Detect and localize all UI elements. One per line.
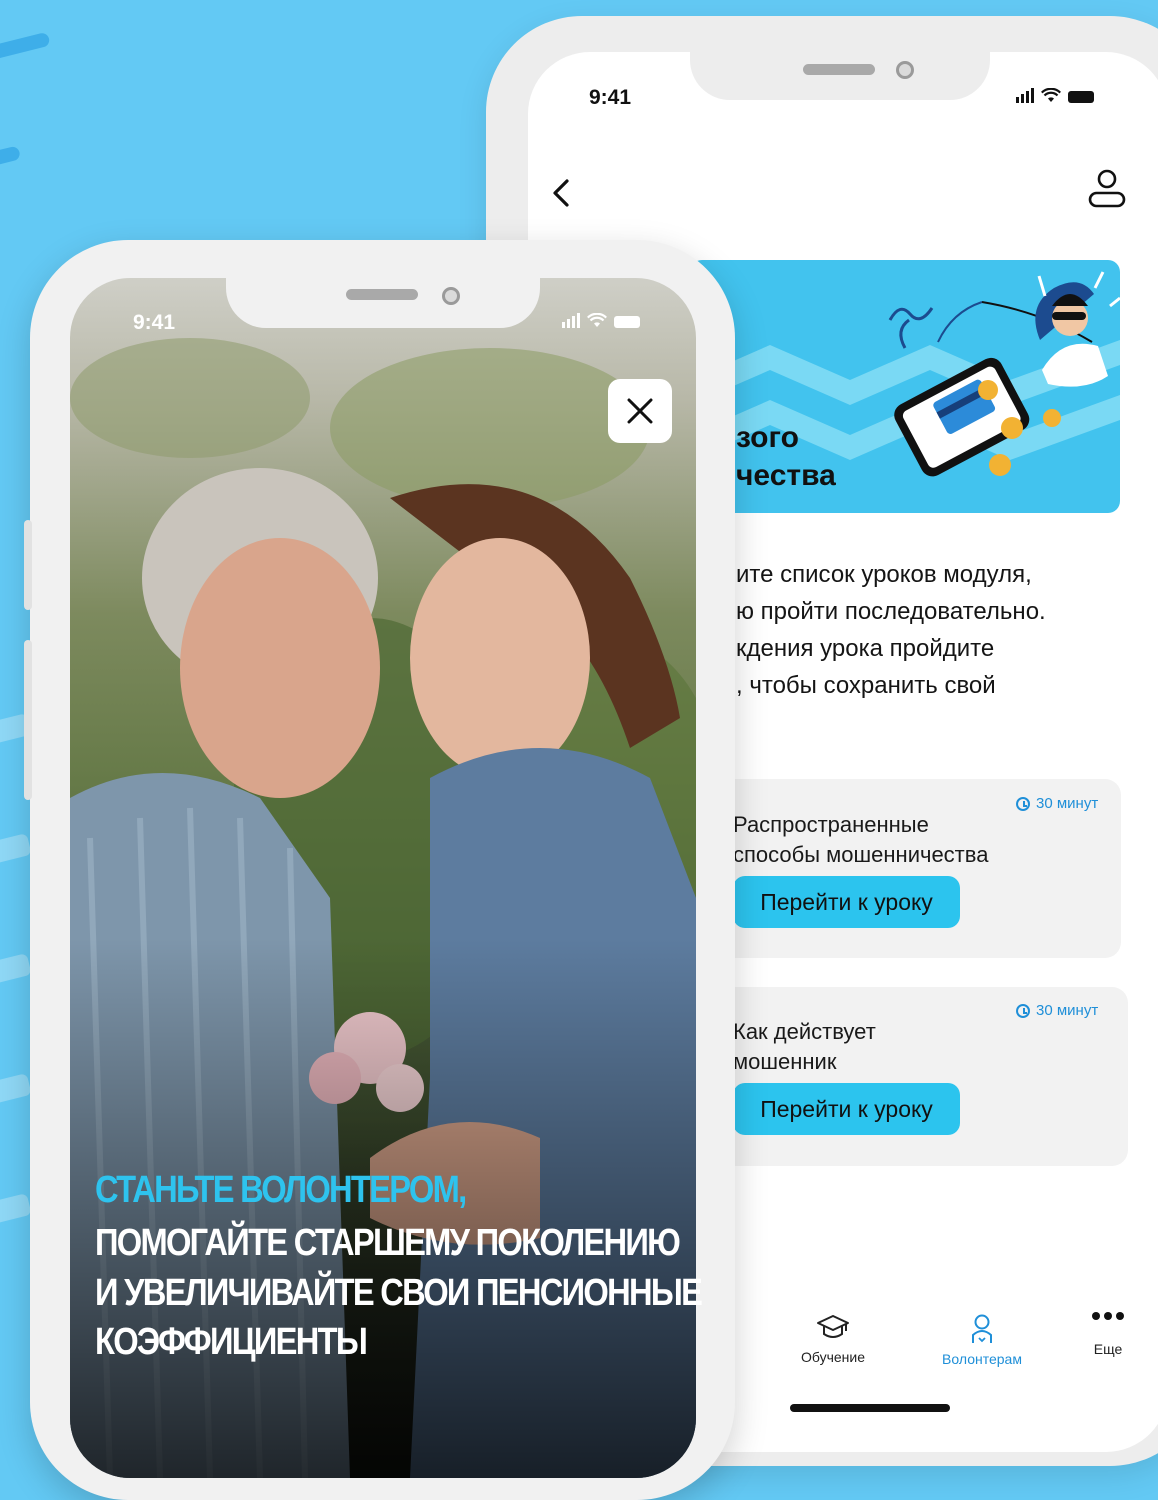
- nav-label: Еще: [1093, 1341, 1123, 1357]
- nav-item-more[interactable]: Еще: [1078, 1305, 1138, 1357]
- home-indicator: [790, 1404, 950, 1412]
- clock-icon: [1016, 1003, 1030, 1018]
- banner-title-line: чества: [736, 459, 836, 492]
- headline-line: ПОМОГАЙТЕ СТАРШЕМУ ПОКОЛЕНИЮ: [95, 1222, 681, 1264]
- nav-item-learning[interactable]: Обучение: [780, 1313, 886, 1365]
- nav-item-volunteers[interactable]: Волонтерам: [925, 1313, 1039, 1367]
- front-status-icons: [562, 313, 640, 328]
- description-line: кдения урока пройдите: [736, 635, 995, 662]
- description-line: ите список уроков модуля,: [736, 561, 1032, 588]
- graduation-cap-icon: [817, 1315, 849, 1338]
- signal-icon: [1016, 88, 1034, 103]
- close-button[interactable]: [608, 379, 672, 443]
- description-line: , чтобы сохранить свой: [736, 672, 996, 699]
- background-stroke: [0, 31, 51, 63]
- more-dots-icon: [1092, 1312, 1124, 1320]
- background-stroke: [0, 145, 22, 169]
- nav-label: Обучение: [800, 1349, 866, 1365]
- headline-line: И УВЕЛИЧИВАЙТЕ СВОИ ПЕНСИОННЫЕ: [95, 1272, 703, 1314]
- back-status-time: 9:41: [589, 86, 632, 109]
- wifi-icon: [1041, 88, 1061, 102]
- profile-icon[interactable]: [1086, 167, 1128, 211]
- lesson-title-line: Как действует: [733, 1019, 876, 1044]
- phone-side-button: [24, 520, 32, 610]
- front-status-time: 9:41: [133, 311, 176, 334]
- close-icon: [627, 398, 653, 424]
- wifi-icon: [587, 313, 607, 327]
- front-phone-speaker: [346, 289, 418, 300]
- lesson-duration: 30 минут: [1016, 1002, 1098, 1019]
- lesson-title-line: способы мошенничества: [733, 842, 989, 867]
- back-phone-camera: [896, 61, 914, 79]
- background-stroke: [0, 1073, 32, 1109]
- lesson-title-line: мошенник: [733, 1049, 837, 1074]
- go-to-lesson-button[interactable]: Перейти к уроку: [733, 876, 960, 928]
- signal-icon: [562, 313, 580, 328]
- module-description: ите список уроков модуля, ю пройти после…: [736, 556, 1136, 704]
- nav-label: Волонтерам: [942, 1351, 1022, 1367]
- front-phone-camera: [442, 287, 460, 305]
- background-stroke: [0, 1193, 32, 1229]
- battery-icon: [1068, 91, 1094, 103]
- go-to-lesson-button[interactable]: Перейти к уроку: [733, 1083, 960, 1135]
- battery-icon: [614, 316, 640, 328]
- lesson-title-line: Распространенные: [733, 812, 929, 837]
- description-line: ю пройти последовательно.: [736, 598, 1046, 625]
- volunteer-icon: [972, 1314, 992, 1343]
- lesson-duration-text: 30 минут: [1036, 795, 1099, 812]
- back-status-icons: [1016, 88, 1094, 103]
- lesson-duration-text: 30 минут: [1036, 1002, 1099, 1019]
- back-phone-speaker: [803, 64, 875, 75]
- lesson-duration: 30 минут: [1016, 795, 1098, 812]
- back-arrow-icon[interactable]: [547, 173, 577, 213]
- phone-side-button: [24, 640, 32, 800]
- headline-line: КОЭФФИЦИЕНТЫ: [95, 1321, 368, 1363]
- background-stroke: [0, 833, 32, 869]
- headline-accent: СТАНЬТЕ ВОЛОНТЕРОМ,: [95, 1169, 467, 1211]
- background-stroke: [0, 953, 32, 989]
- clock-icon: [1016, 796, 1030, 811]
- banner-title-line: зого: [736, 421, 799, 454]
